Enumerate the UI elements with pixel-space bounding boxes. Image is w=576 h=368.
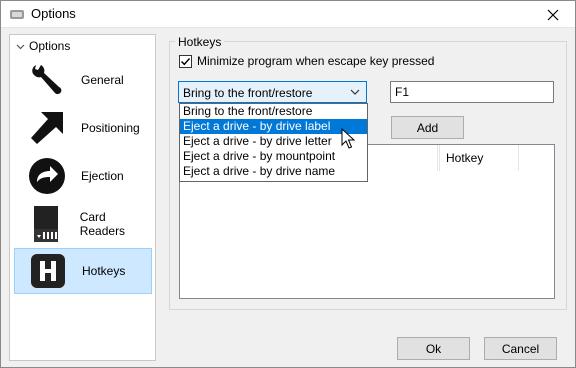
sidebar-header[interactable]: Options: [16, 38, 70, 54]
options-window: Options Options General Positioning Ejec…: [0, 0, 576, 368]
sidebar-item-label: Hotkeys: [82, 264, 126, 278]
eject-arrow-icon: [27, 156, 67, 196]
hotkey-h-icon: [28, 251, 68, 291]
action-select-value: Bring to the front/restore: [183, 86, 313, 100]
sidebar-item-label: General: [81, 73, 124, 87]
dropdown-option[interactable]: Eject a drive - by drive letter: [180, 134, 367, 149]
dropdown-option[interactable]: Bring to the front/restore: [180, 104, 367, 119]
dropdown-option[interactable]: Eject a drive - by drive name: [180, 164, 367, 179]
sidebar-item-label: Card Readers: [79, 210, 126, 238]
chevron-down-icon: [350, 89, 360, 95]
mouse-pointer-icon: [341, 128, 355, 149]
minimize-checkbox[interactable]: [179, 54, 192, 68]
sidebar-item-ejection[interactable]: Ejection: [14, 153, 152, 199]
sidebar-item-label: Positioning: [81, 121, 140, 135]
options-sidebar: Options General Positioning Ejection Car…: [9, 34, 156, 361]
sidebar-item-hotkeys[interactable]: Hotkeys: [14, 248, 152, 294]
close-button[interactable]: [531, 1, 575, 28]
app-drive-icon: [9, 7, 25, 24]
minimize-option[interactable]: Minimize program when escape key pressed: [179, 54, 434, 68]
ok-button[interactable]: Ok: [397, 337, 470, 360]
action-select[interactable]: Bring to the front/restore: [178, 81, 367, 103]
sidebar-item-label: Ejection: [81, 169, 124, 183]
column-header-hotkey[interactable]: Hotkey: [439, 145, 519, 171]
arrow-icon: [27, 108, 67, 148]
action-dropdown-list: Bring to the front/restore Eject a drive…: [179, 103, 368, 182]
sidebar-item-general[interactable]: General: [14, 57, 152, 103]
group-title: Hotkeys: [175, 35, 225, 49]
sidebar-item-positioning[interactable]: Positioning: [14, 105, 152, 151]
window-title: Options: [31, 6, 76, 21]
chevron-collapse-icon: [16, 44, 25, 49]
sd-card-icon: [27, 204, 66, 244]
dropdown-option[interactable]: Eject a drive - by mountpoint: [180, 149, 367, 164]
wrench-icon: [27, 60, 67, 100]
minimize-label: Minimize program when escape key pressed: [197, 54, 435, 68]
title-bar[interactable]: Options: [1, 1, 575, 28]
sidebar-item-card-readers[interactable]: Card Readers: [14, 201, 152, 247]
sidebar-header-label: Options: [29, 39, 71, 53]
cancel-button[interactable]: Cancel: [484, 337, 557, 360]
close-icon: [547, 9, 559, 20]
hotkey-field[interactable]: [390, 81, 554, 103]
hotkey-input[interactable]: [391, 82, 553, 102]
add-button[interactable]: Add: [391, 116, 464, 139]
checkmark-icon: [181, 57, 191, 65]
dropdown-option-highlighted[interactable]: Eject a drive - by drive label: [180, 119, 367, 134]
